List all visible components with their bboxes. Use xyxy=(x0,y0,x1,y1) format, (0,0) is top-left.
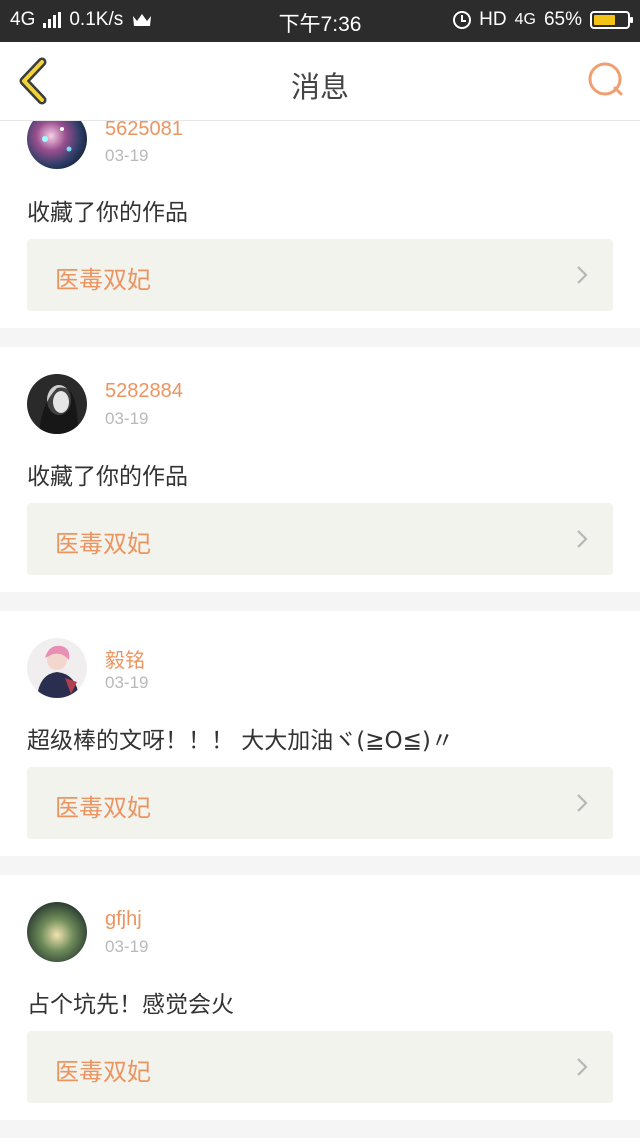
message-card: gfjhj 03-19 占个坑先！感觉会火 医毒双妃 xyxy=(0,875,640,1120)
username[interactable]: 毅铭 xyxy=(105,644,145,673)
message-text: 收藏了你的作品 xyxy=(27,200,188,226)
battery-icon xyxy=(590,11,633,29)
work-link[interactable]: 医毒双妃 xyxy=(27,1031,613,1103)
hd-label: HD xyxy=(479,9,507,30)
username[interactable]: 5282884 xyxy=(105,380,183,403)
message-text: 超级棒的文呀！！！ 大大加油ヾ(≧O≦)〃 xyxy=(27,728,454,754)
chevron-right-icon xyxy=(577,1058,588,1076)
page-title: 消息 xyxy=(290,70,349,104)
status-bar: 4G 0.1K/s 下午7:36 HD 4G 65% xyxy=(0,0,640,42)
message-text: 收藏了你的作品 xyxy=(27,464,188,490)
username[interactable]: gfjhj xyxy=(105,908,142,931)
avatar[interactable] xyxy=(27,638,87,698)
message-card: 5625081 03-19 收藏了你的作品 医毒双妃 xyxy=(0,121,640,328)
battery-percent: 65% xyxy=(543,9,582,30)
alarm-icon xyxy=(453,11,472,29)
avatar[interactable] xyxy=(27,374,87,434)
work-link[interactable]: 医毒双妃 xyxy=(27,767,613,839)
message-card: 5282884 03-19 收藏了你的作品 医毒双妃 xyxy=(0,347,640,592)
avatar[interactable] xyxy=(27,902,87,962)
message-card: 毅铭 03-19 超级棒的文呀！！！ 大大加油ヾ(≧O≦)〃 医毒双妃 xyxy=(0,611,640,856)
search-button[interactable] xyxy=(586,60,626,100)
search-icon xyxy=(588,62,623,96)
work-link[interactable]: 医毒双妃 xyxy=(27,503,613,575)
network-type-right: 4G xyxy=(514,11,536,28)
work-title: 医毒双妃 xyxy=(55,794,151,822)
message-list: 5625081 03-19 收藏了你的作品 医毒双妃 5282884 03-19… xyxy=(0,121,640,1120)
message-date: 03-19 xyxy=(105,146,149,165)
message-date: 03-19 xyxy=(105,673,149,692)
username[interactable]: 5625081 xyxy=(105,121,183,141)
chevron-right-icon xyxy=(577,530,588,548)
work-title: 医毒双妃 xyxy=(55,266,151,294)
message-text: 占个坑先！感觉会火 xyxy=(27,992,234,1018)
work-link[interactable]: 医毒双妃 xyxy=(27,239,613,311)
avatar[interactable] xyxy=(27,121,87,169)
nav-bar: 消息 xyxy=(0,42,640,121)
message-date: 03-19 xyxy=(105,937,149,956)
chevron-right-icon xyxy=(577,266,588,284)
work-title: 医毒双妃 xyxy=(55,530,151,558)
message-date: 03-19 xyxy=(105,409,149,428)
chevron-right-icon xyxy=(577,794,588,812)
work-title: 医毒双妃 xyxy=(55,1058,151,1086)
